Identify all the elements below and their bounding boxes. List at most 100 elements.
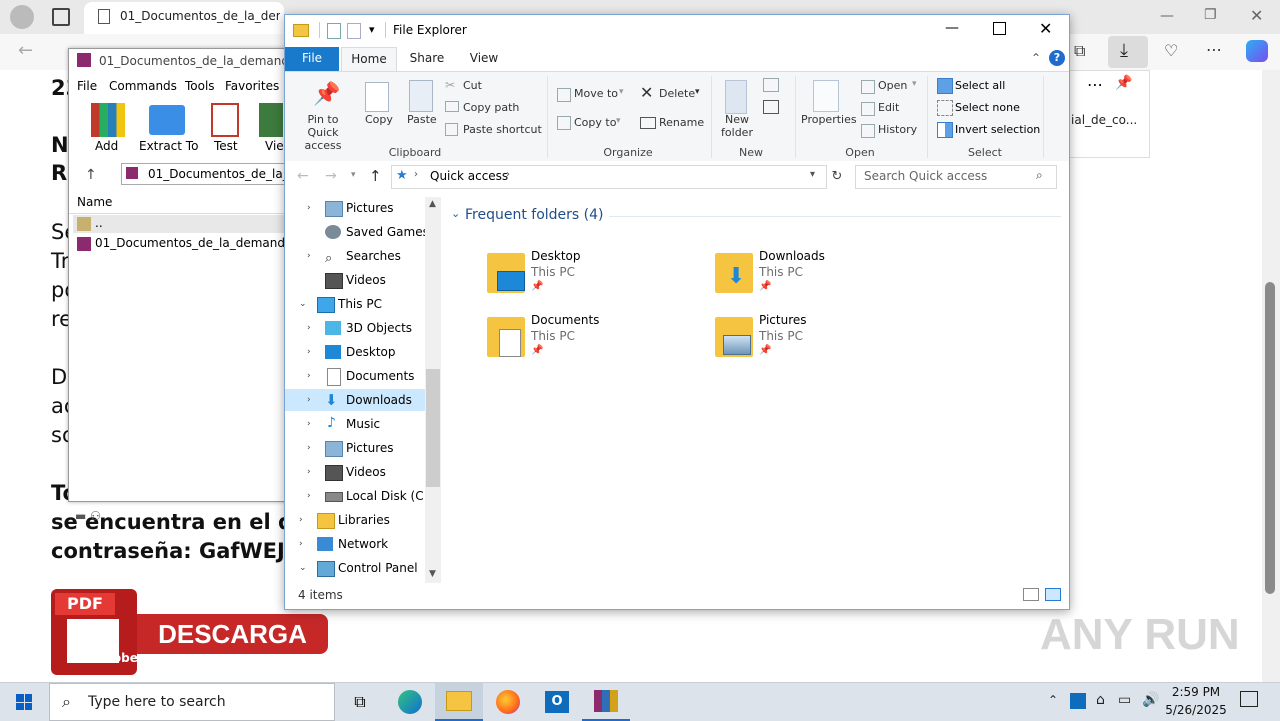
tree-item-videos[interactable]: Videos [285,269,425,291]
browser-essentials-icon[interactable]: ♡ [1164,41,1178,60]
tree-item-pictures-pc[interactable]: › Pictures [285,437,425,459]
clock-time[interactable]: 2:59 PM [1168,685,1224,699]
close-icon[interactable]: ✕ [1039,19,1052,38]
tree-item-downloads[interactable]: › ⬇ Downloads [285,389,425,411]
tree-item-this-pc[interactable]: ⌄ This PC [285,293,425,315]
paste-shortcut-icon[interactable] [445,123,458,136]
downloads-button[interactable] [1108,36,1148,68]
menu-tools[interactable]: Tools [185,79,215,93]
properties-qat-icon[interactable] [327,23,341,39]
paste-button[interactable]: Paste [407,113,437,126]
back-icon[interactable]: ← [18,40,33,61]
close-icon[interactable]: ✕ [1250,6,1263,25]
tree-item-saved-games[interactable]: Saved Games [285,221,429,243]
scroll-down-icon[interactable]: ▼ [429,569,436,579]
tree-item-control-panel[interactable]: ⌄ Control Panel [285,557,425,579]
meet-now-icon[interactable]: ⌂ [1096,692,1105,708]
column-header-name[interactable]: Name [69,189,287,214]
tab-share[interactable]: Share [399,47,455,71]
file-row[interactable]: 01_Documentos_de_la_demanda_juzgado [73,235,346,253]
copy-path-button[interactable]: Copy path [463,101,519,114]
minimize-icon[interactable]: — [945,20,959,36]
select-all-icon[interactable] [937,78,953,94]
select-none-icon[interactable] [937,100,953,116]
easy-access-icon[interactable] [763,100,779,114]
up-icon[interactable]: ↑ [85,167,97,183]
invert-selection-icon[interactable] [937,122,953,138]
pin-to-quick-access-button[interactable]: Pin to Quick access [291,113,355,152]
show-hidden-icons[interactable]: ⌃ [1048,693,1058,707]
folder-tile-pictures[interactable]: Pictures This PC 📌 [709,313,909,365]
move-to-button[interactable]: Move to [574,87,618,100]
open-button[interactable]: Open [878,79,907,92]
rename-button[interactable]: Rename [659,116,704,129]
notifications-icon[interactable] [1240,691,1258,707]
invert-selection-button[interactable]: Invert selection [955,123,1040,136]
open-icon[interactable] [861,80,875,94]
copy-to-icon[interactable] [557,116,571,130]
chevron-down-icon[interactable]: ▾ [369,23,375,36]
drive-icon[interactable]: ▬ ⚇ [75,509,101,523]
file-row[interactable]: .. [73,215,287,233]
test-icon[interactable] [211,103,239,137]
copy-button[interactable]: Copy [365,113,393,126]
firefox-taskbar-button[interactable] [484,683,532,721]
extract-to-button[interactable]: Extract To [139,139,198,153]
tree-item-videos-pc[interactable]: › Videos [285,461,425,483]
start-button[interactable] [0,683,48,721]
pdf-logo[interactable]: PDF Adobe [51,589,138,675]
properties-button[interactable]: Properties [801,113,857,126]
winrar-path-field[interactable]: 01_Documentos_de_la_demanda [121,163,345,185]
forward-icon[interactable]: → [325,168,337,184]
tree-item-3d-objects[interactable]: › 3D Objects [285,317,425,339]
search-box[interactable]: Search Quick access ⌕ [855,165,1057,189]
extract-icon[interactable] [149,105,185,135]
collapse-group-icon[interactable]: ⌄ [451,207,460,220]
tree-item-documents[interactable]: › Documents [285,365,425,387]
paste-shortcut-button[interactable]: Paste shortcut [463,123,542,136]
scroll-up-icon[interactable]: ▲ [429,199,436,209]
winrar-taskbar-button[interactable] [582,683,630,721]
view-icon[interactable] [259,103,283,137]
copy-icon[interactable] [365,82,389,112]
delete-button[interactable]: Delete [659,87,695,100]
tree-item-local-disk[interactable]: › Local Disk (C:) [285,485,432,507]
edit-icon[interactable] [861,102,875,116]
address-bar[interactable]: ★ › Quick access › ▾ [391,165,827,189]
pin-icon[interactable]: 📌 [1115,75,1132,91]
tree-item-searches[interactable]: › ⌕ Searches [285,245,425,267]
menu-favorites[interactable]: Favorites [225,79,279,93]
cut-icon[interactable]: ✂ [445,78,455,92]
delete-icon[interactable]: ✕ [640,83,653,102]
select-none-button[interactable]: Select none [955,101,1020,114]
download-file-name[interactable]: ial_de_co... [1071,113,1137,127]
tree-item-pictures[interactable]: › Pictures [285,197,425,219]
folder-tile-documents[interactable]: Documents This PC 📌 [481,313,681,365]
help-icon[interactable]: ? [1049,50,1065,66]
add-icon[interactable] [91,103,125,137]
collapse-ribbon-icon[interactable]: ⌃ [1031,51,1041,65]
copy-path-icon[interactable] [445,101,459,112]
edge-taskbar-button[interactable] [386,683,434,721]
more-icon[interactable]: ⋯ [1087,75,1103,94]
large-icons-view-icon[interactable] [1045,588,1061,601]
up-icon[interactable]: ↑ [369,167,382,185]
edit-button[interactable]: Edit [878,101,899,114]
section-header[interactable]: Frequent folders (4) [465,207,604,223]
menu-file[interactable]: File [77,79,97,93]
tab-view[interactable]: View [457,47,511,71]
taskbar-search[interactable]: ⌕ Type here to search [49,683,335,721]
downloads-panel[interactable]: ⋯ 📌 ial_de_co... [1068,70,1150,158]
select-all-button[interactable]: Select all [955,79,1005,92]
test-button[interactable]: Test [214,139,238,153]
explorer-taskbar-button[interactable] [435,683,483,721]
pin-icon[interactable]: 📌 [313,82,340,107]
copy-to-button[interactable]: Copy to [574,116,616,129]
tree-item-libraries[interactable]: › Libraries [285,509,425,531]
rename-icon[interactable] [640,117,656,129]
clock-date[interactable]: 5/26/2025 [1164,703,1228,717]
menu-commands[interactable]: Commands [109,79,177,93]
restore-icon[interactable]: ❐ [1204,7,1217,23]
cut-button[interactable]: Cut [463,79,482,92]
chevron-down-icon[interactable]: ▾ [810,169,815,180]
